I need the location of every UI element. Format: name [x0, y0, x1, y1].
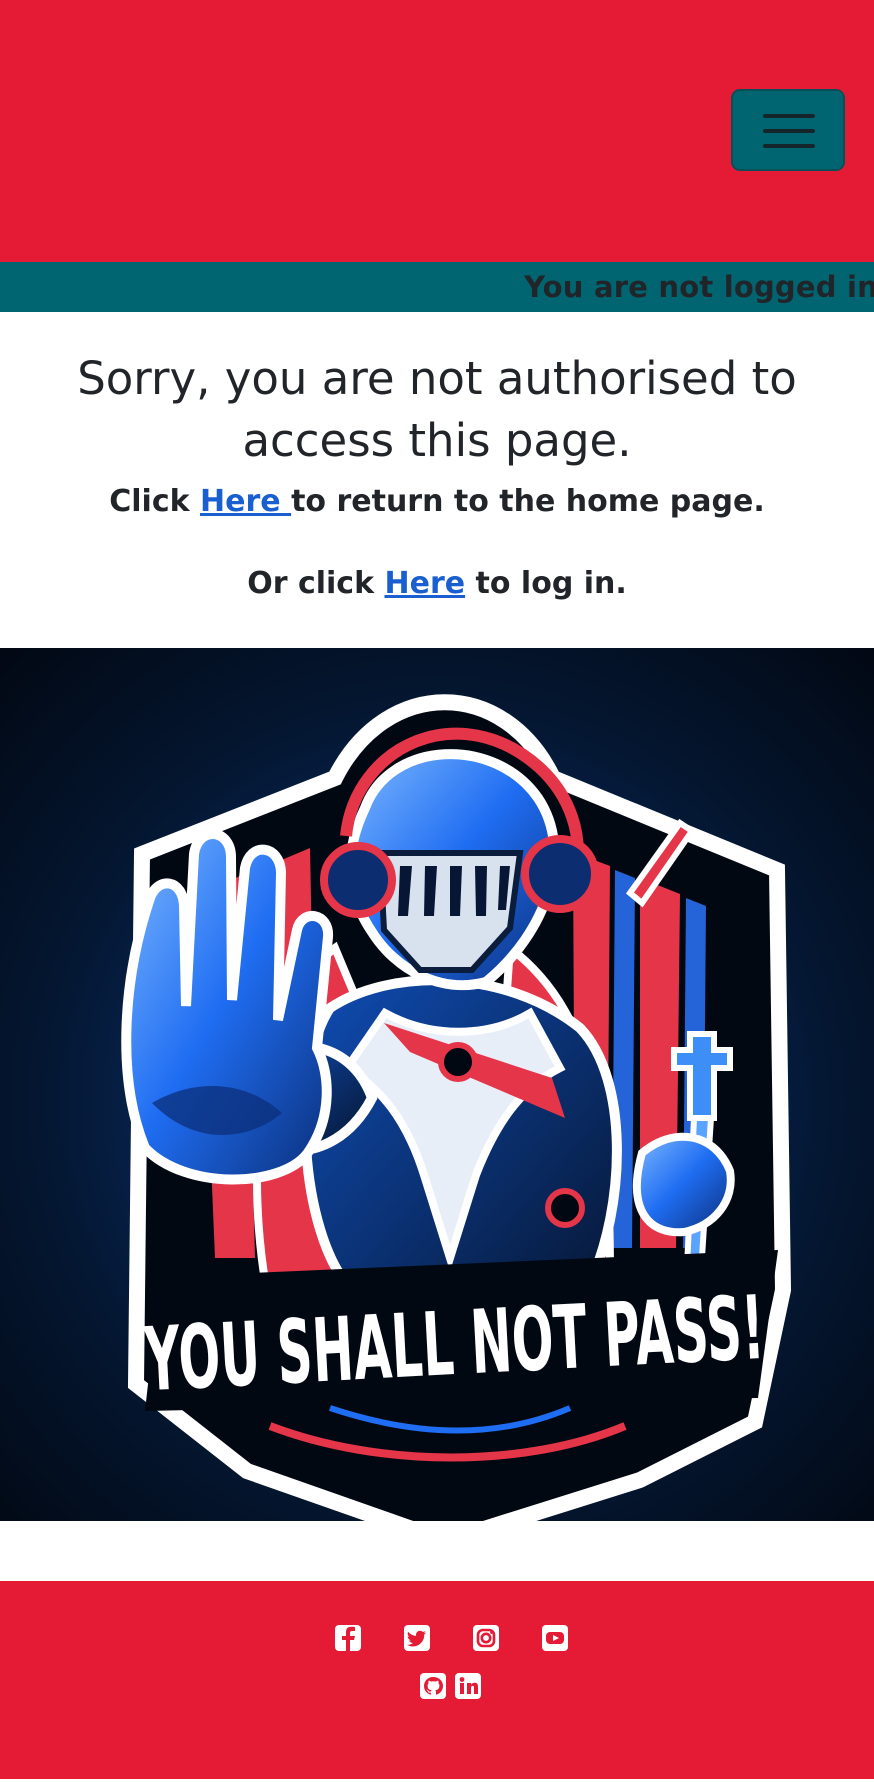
- linkedin-icon[interactable]: [453, 1671, 483, 1701]
- menu-toggle-button[interactable]: [731, 89, 845, 171]
- youtube-icon[interactable]: [540, 1623, 570, 1653]
- armor-emblem-top: [438, 1042, 478, 1082]
- knight-badge-svg: YOU SHALL NOT PASS!: [121, 694, 792, 1521]
- sword-hand: [633, 1132, 735, 1237]
- return-home-message: Click Here to return to the home page.: [0, 484, 874, 519]
- login-prefix: Or click: [247, 566, 385, 601]
- return-home-suffix: to return to the home page.: [291, 484, 765, 519]
- home-link[interactable]: Here: [200, 484, 291, 519]
- login-link[interactable]: Here: [384, 566, 465, 601]
- page: You are not logged in Sorry, you are not…: [0, 0, 874, 1782]
- login-message: Or click Here to log in.: [0, 566, 874, 601]
- hamburger-bar: [763, 114, 815, 118]
- return-home-prefix: Click: [109, 484, 201, 519]
- login-suffix: to log in.: [465, 566, 627, 601]
- access-denied-illustration: YOU SHALL NOT PASS!: [0, 648, 874, 1521]
- page-title: Sorry, you are not authorised to access …: [77, 352, 797, 467]
- hamburger-bar: [763, 129, 815, 133]
- armor-emblem-bottom: [545, 1188, 585, 1228]
- login-status-text: You are not logged in: [524, 270, 874, 304]
- site-footer: [0, 1581, 874, 1779]
- instagram-icon[interactable]: [471, 1623, 501, 1653]
- github-icon[interactable]: [418, 1671, 448, 1701]
- hamburger-bar: [763, 144, 815, 148]
- headphone-left-cup: [320, 842, 396, 918]
- twitter-icon[interactable]: [402, 1623, 432, 1653]
- main-content: Sorry, you are not authorised to access …: [0, 312, 874, 648]
- hamburger-menu-icon: [763, 114, 815, 148]
- headphone-right-cup: [521, 835, 599, 913]
- facebook-icon[interactable]: [333, 1623, 363, 1653]
- site-header: [0, 0, 874, 262]
- status-bar: You are not logged in: [0, 262, 874, 312]
